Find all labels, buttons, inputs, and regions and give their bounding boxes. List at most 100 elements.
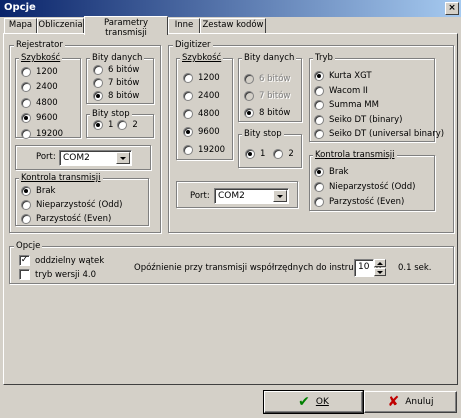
radio-button[interactable] (21, 128, 31, 139)
delay-label: Opóźnienie przy transmisji współrzędnych… (134, 263, 385, 273)
radio-button[interactable] (314, 71, 324, 82)
check-icon[interactable]: ✓ (19, 255, 30, 266)
digitizer-port-select[interactable]: COM2 (214, 188, 289, 204)
delay-input[interactable]: 10 (354, 259, 374, 277)
ok-button[interactable]: ✔ OK (263, 390, 364, 414)
radio-button[interactable] (93, 120, 103, 130)
port-value: COM2 (218, 191, 245, 201)
spin-down-icon[interactable] (374, 268, 386, 276)
radio-button[interactable] (183, 127, 193, 137)
radio-7-bitow[interactable]: 7 bitów (93, 76, 139, 89)
radio-button[interactable] (314, 196, 324, 207)
checkbox-label: oddzielny wątek (35, 255, 105, 266)
digitizer-legend: Digitizer (173, 40, 213, 50)
cancel-button[interactable]: ✘ Anuluj (364, 391, 457, 413)
radio-button[interactable] (93, 77, 103, 88)
radio-6-bitow[interactable]: 6 bitów (93, 63, 139, 76)
rejestrator-port-label: Port: (36, 152, 56, 162)
radio-button[interactable] (21, 97, 31, 108)
radio-button[interactable] (314, 166, 324, 177)
separate-thread-checkbox[interactable]: ✓ oddzielny wątek (19, 255, 104, 266)
tab-obliczenia[interactable]: Obliczenia (37, 18, 84, 34)
radio-button[interactable] (273, 149, 284, 159)
radio-stop-2[interactable]: 2 (117, 120, 138, 130)
radio-1200[interactable]: 1200 (21, 64, 63, 80)
radio-button[interactable] (314, 85, 324, 96)
radio-button (244, 90, 254, 101)
radio-button[interactable] (93, 64, 103, 75)
radio-odd[interactable]: Nieparzystość (Odd) (21, 198, 122, 212)
radio-button[interactable] (183, 73, 193, 83)
tab-label: Mapa (8, 20, 33, 30)
radio-button[interactable] (93, 90, 103, 101)
version4-checkbox[interactable]: tryb wersji 4.0 (19, 269, 96, 280)
tab-parametry-transmisji[interactable]: Parametry transmisji (84, 16, 168, 38)
radio-button[interactable] (21, 186, 31, 196)
radio-button[interactable] (117, 120, 128, 130)
tab-label: Inne (174, 20, 194, 30)
radio-stop-1[interactable]: 1 (93, 120, 113, 130)
tab-mapa[interactable]: Mapa (4, 18, 37, 34)
delay-spinner[interactable] (374, 259, 386, 276)
radio-button[interactable] (21, 66, 31, 77)
radio-brak[interactable]: Brak (21, 184, 122, 198)
radio-button[interactable] (21, 200, 31, 210)
tab-label: Zestaw kodów (202, 20, 264, 30)
radio-2400[interactable]: 2400 (21, 80, 63, 96)
chevron-down-icon[interactable] (273, 190, 287, 202)
radio-2400[interactable]: 2400 (183, 87, 225, 105)
rejestrator-port-select[interactable]: COM2 (59, 150, 132, 166)
radio-wacom-ii[interactable]: Wacom II (314, 84, 444, 99)
spin-up-icon[interactable] (374, 259, 386, 267)
radio-1200[interactable]: 1200 (183, 69, 225, 87)
radio-4800[interactable]: 4800 (183, 105, 225, 123)
digitizer-port-label: Port: (190, 191, 210, 201)
radio-button[interactable] (21, 82, 31, 93)
radio-stop-1[interactable]: 1 (245, 149, 265, 159)
radio-button[interactable] (183, 109, 193, 119)
radio-even[interactable]: Parzystość (Even) (314, 194, 415, 209)
radio-button[interactable] (21, 113, 31, 124)
radio-button[interactable] (245, 149, 255, 159)
close-window-button[interactable]: × (445, 2, 459, 15)
digitizer-mode-options: Kurta XGT Wacom II Summa MM Seiko DT (bi… (314, 69, 444, 142)
tab-zestaw-kodow[interactable]: Zestaw kodów (200, 18, 266, 34)
rejestrator-flow-options: Brak Nieparzystość (Odd) Parzystość (Eve… (21, 184, 122, 226)
chevron-down-icon[interactable] (116, 152, 130, 164)
rejestrator-speed-legend: Szybkość (19, 53, 63, 63)
radio-button[interactable] (314, 129, 324, 140)
radio-brak[interactable]: Brak (314, 164, 415, 179)
radio-summa-mm[interactable]: Summa MM (314, 98, 444, 113)
digitizer-speed-options: 1200 2400 4800 9600 19200 (183, 69, 225, 159)
radio-button[interactable] (21, 214, 31, 224)
radio-19200[interactable]: 19200 (21, 126, 63, 142)
radio-button[interactable] (314, 114, 324, 125)
checkbox-box[interactable] (19, 269, 30, 280)
radio-4800[interactable]: 4800 (21, 95, 63, 111)
digitizer-flow-options: Brak Nieparzystość (Odd) Parzystość (Eve… (314, 164, 415, 209)
radio-9600[interactable]: 9600 (21, 111, 63, 127)
tab-inne[interactable]: Inne (168, 18, 200, 34)
digitizer-stopbits-options: 1 2 (245, 149, 294, 159)
radio-9600[interactable]: 9600 (183, 123, 225, 141)
delay-unit: 0.1 sek. (398, 263, 432, 273)
radio-button[interactable] (183, 91, 193, 101)
options-legend: Opcje (14, 241, 43, 251)
radio-8-bitow[interactable]: 8 bitów (93, 89, 139, 102)
radio-19200[interactable]: 19200 (183, 141, 225, 159)
radio-stop-2[interactable]: 2 (273, 149, 294, 159)
radio-button[interactable] (314, 100, 324, 111)
radio-kurta-xgt[interactable]: Kurta XGT (314, 69, 444, 84)
radio-odd[interactable]: Nieparzystość (Odd) (314, 179, 415, 194)
rejestrator-databits-legend: Bity danych (90, 53, 145, 63)
radio-even[interactable]: Parzystość (Even) (21, 212, 122, 226)
radio-8-bitow[interactable]: 8 bitów (244, 104, 290, 121)
digitizer-stopbits-legend: Bity stop (242, 129, 284, 139)
radio-button[interactable] (244, 107, 254, 118)
radio-seiko-universal[interactable]: Seiko DT (universal binary) (314, 127, 444, 142)
rejestrator-flow-legend: Kontrola transmisji (19, 173, 103, 183)
radio-button[interactable] (314, 181, 324, 192)
radio-7-bitow: 7 bitów (244, 87, 290, 104)
radio-button[interactable] (183, 145, 193, 155)
radio-seiko-binary[interactable]: Seiko DT (binary) (314, 113, 444, 128)
